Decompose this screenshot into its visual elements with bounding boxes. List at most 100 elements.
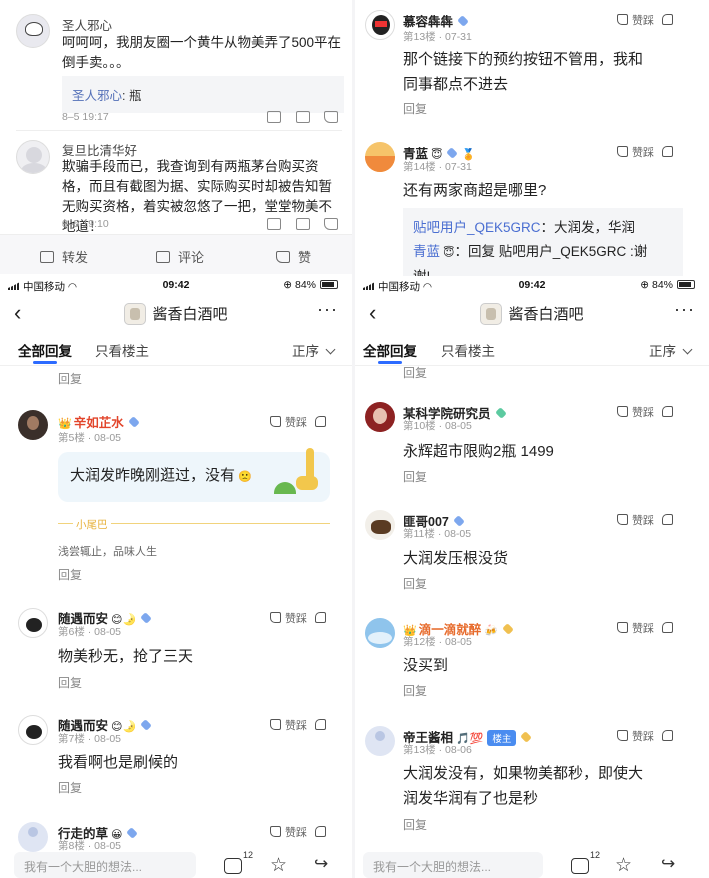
comment-icon[interactable] — [296, 218, 310, 230]
thumb-up-icon[interactable] — [270, 719, 281, 730]
reply-button[interactable]: 回复 — [403, 816, 427, 833]
avatar[interactable] — [365, 402, 395, 432]
reply-quote[interactable]: 圣人邪心: 瓶 — [62, 76, 344, 113]
post-content: 那个链接下的预约按钮不管用，我和 同事都点不进去 — [403, 51, 644, 93]
comment-icon — [156, 251, 170, 263]
reply-button[interactable]: 回复 — [403, 575, 427, 592]
reply-button[interactable]: 回复 — [403, 100, 427, 117]
vote-buttons[interactable]: 赞踩 — [270, 414, 326, 430]
avatar[interactable] — [18, 608, 48, 638]
avatar[interactable] — [16, 14, 50, 48]
reply-button[interactable]: 回复 — [58, 674, 82, 691]
post-author[interactable]: 👑 辛如芷水 — [58, 412, 140, 431]
vote-buttons[interactable]: 赞踩 — [617, 144, 673, 160]
sort-select[interactable]: 正序 — [649, 340, 693, 360]
vote-buttons[interactable]: 赞踩 — [270, 824, 326, 840]
thumb-up-icon[interactable] — [617, 514, 628, 525]
thumb-down-icon[interactable] — [662, 14, 673, 25]
thumb-up-icon[interactable] — [617, 146, 628, 157]
post-bubble: 大润发昨晚刚逛过，没有 🙁 — [58, 448, 330, 502]
star-icon[interactable]: ☆ — [270, 854, 287, 877]
share-icon[interactable] — [267, 218, 281, 230]
vote-buttons[interactable]: 赞踩 — [270, 610, 326, 626]
tab-owner-only[interactable]: 只看楼主 — [95, 340, 149, 360]
vote-buttons[interactable]: 赞踩 — [617, 620, 673, 636]
thumb-down-icon[interactable] — [315, 612, 326, 623]
reply-button[interactable]: 回复 — [403, 682, 427, 699]
vote-buttons[interactable]: 赞踩 — [617, 728, 673, 744]
comment-icon[interactable] — [224, 858, 242, 874]
forum-logo-icon — [124, 303, 147, 325]
thumb-up-icon[interactable] — [617, 730, 628, 741]
thumb-down-icon[interactable] — [662, 622, 673, 633]
quote-author[interactable]: 贴吧用户_QEK5GRC — [413, 220, 541, 235]
like-button[interactable]: 赞 — [276, 247, 311, 266]
avatar[interactable] — [365, 142, 395, 172]
star-icon[interactable]: ☆ — [615, 854, 632, 877]
comment-text: 呵呵呵，我朋友圈一个黄牛从物美弄了500平在倒手卖。。。 — [62, 35, 342, 70]
phone-screen-left: 中国移动 ◠ 09:42 ⊕ 84% ‹ 酱香白酒吧 ··· 全部回复 只看楼主… — [0, 276, 352, 878]
avatar[interactable] — [365, 510, 395, 540]
tab-all-replies[interactable]: 全部回复 — [363, 340, 417, 360]
reply-input[interactable]: 我有一个大胆的想法... — [14, 852, 196, 878]
thumb-down-icon[interactable] — [315, 826, 326, 837]
moments-comments-panel: 圣人邪心 呵呵呵，我朋友圈一个黄牛从物美弄了500平在倒手卖。。。 圣人邪心: … — [0, 0, 352, 276]
reply-quote[interactable]: 贴吧用户_QEK5GRC：大润发，华润 青蓝 😇：回复 贴吧用户_QEK5GRC … — [403, 208, 683, 276]
avatar[interactable] — [365, 726, 395, 756]
forward-icon — [40, 251, 54, 263]
like-icon[interactable] — [324, 111, 338, 123]
vote-buttons[interactable]: 赞踩 — [617, 512, 673, 528]
reply-input[interactable]: 我有一个大胆的想法... — [363, 852, 543, 878]
thumb-down-icon[interactable] — [662, 146, 673, 157]
vote-buttons[interactable]: 赞踩 — [617, 12, 673, 28]
more-icon[interactable]: ··· — [317, 299, 338, 320]
tab-all-replies[interactable]: 全部回复 — [18, 340, 72, 360]
forum-title[interactable]: 酱香白酒吧 — [0, 303, 352, 325]
thumb-up-icon[interactable] — [617, 406, 628, 417]
thumb-up-icon[interactable] — [270, 416, 281, 427]
comment-icon[interactable] — [571, 858, 589, 874]
comment-author[interactable]: 圣人邪心 — [62, 15, 112, 34]
avatar[interactable] — [16, 140, 50, 174]
avatar[interactable] — [365, 618, 395, 648]
thumb-down-icon[interactable] — [662, 406, 673, 417]
more-icon[interactable]: ··· — [674, 299, 695, 320]
tab-indicator — [33, 361, 57, 364]
share-icon[interactable]: ↪ — [661, 854, 675, 874]
thumb-down-icon[interactable] — [662, 514, 673, 525]
thumb-up-icon[interactable] — [270, 612, 281, 623]
thumb-down-icon[interactable] — [315, 416, 326, 427]
sort-select[interactable]: 正序 — [292, 340, 336, 360]
reply-button[interactable]: 回复 — [58, 779, 82, 796]
share-icon[interactable]: ↪ — [314, 854, 328, 874]
thumb-down-icon[interactable] — [315, 719, 326, 730]
reply-button[interactable]: 回复 — [58, 370, 82, 387]
like-icon[interactable] — [324, 218, 338, 230]
thumb-up-icon[interactable] — [270, 826, 281, 837]
share-icon[interactable] — [267, 111, 281, 123]
avatar[interactable] — [18, 715, 48, 745]
forward-button[interactable]: 转发 — [40, 247, 88, 266]
lock-rotation-icon: ⊕ — [640, 279, 652, 291]
avatar[interactable] — [365, 10, 395, 40]
post-author[interactable]: 慕容犇犇 — [403, 11, 469, 30]
nav-bar: ‹ 酱香白酒吧 ··· — [0, 294, 352, 330]
forum-title[interactable]: 酱香白酒吧 — [355, 303, 709, 325]
reply-tabs: 全部回复 只看楼主 正序 — [355, 330, 709, 366]
thumb-down-icon[interactable] — [662, 730, 673, 741]
post-meta: 第8楼 · 08-05 — [58, 840, 122, 852]
vote-buttons[interactable]: 赞踩 — [270, 717, 326, 733]
tab-owner-only[interactable]: 只看楼主 — [441, 340, 495, 360]
avatar[interactable] — [18, 822, 48, 852]
vote-buttons[interactable]: 赞踩 — [617, 404, 673, 420]
thumb-up-icon[interactable] — [617, 14, 628, 25]
post-content: 我看啊也是刷候的 — [58, 754, 179, 771]
reply-button[interactable]: 回复 — [58, 566, 82, 583]
reply-button[interactable]: 回复 — [403, 364, 427, 381]
quote-author[interactable]: 青蓝 — [413, 244, 440, 259]
comment-icon[interactable] — [296, 111, 310, 123]
thumb-up-icon[interactable] — [617, 622, 628, 633]
reply-button[interactable]: 回复 — [403, 468, 427, 485]
avatar[interactable] — [18, 410, 48, 440]
comment-button[interactable]: 评论 — [156, 247, 204, 266]
